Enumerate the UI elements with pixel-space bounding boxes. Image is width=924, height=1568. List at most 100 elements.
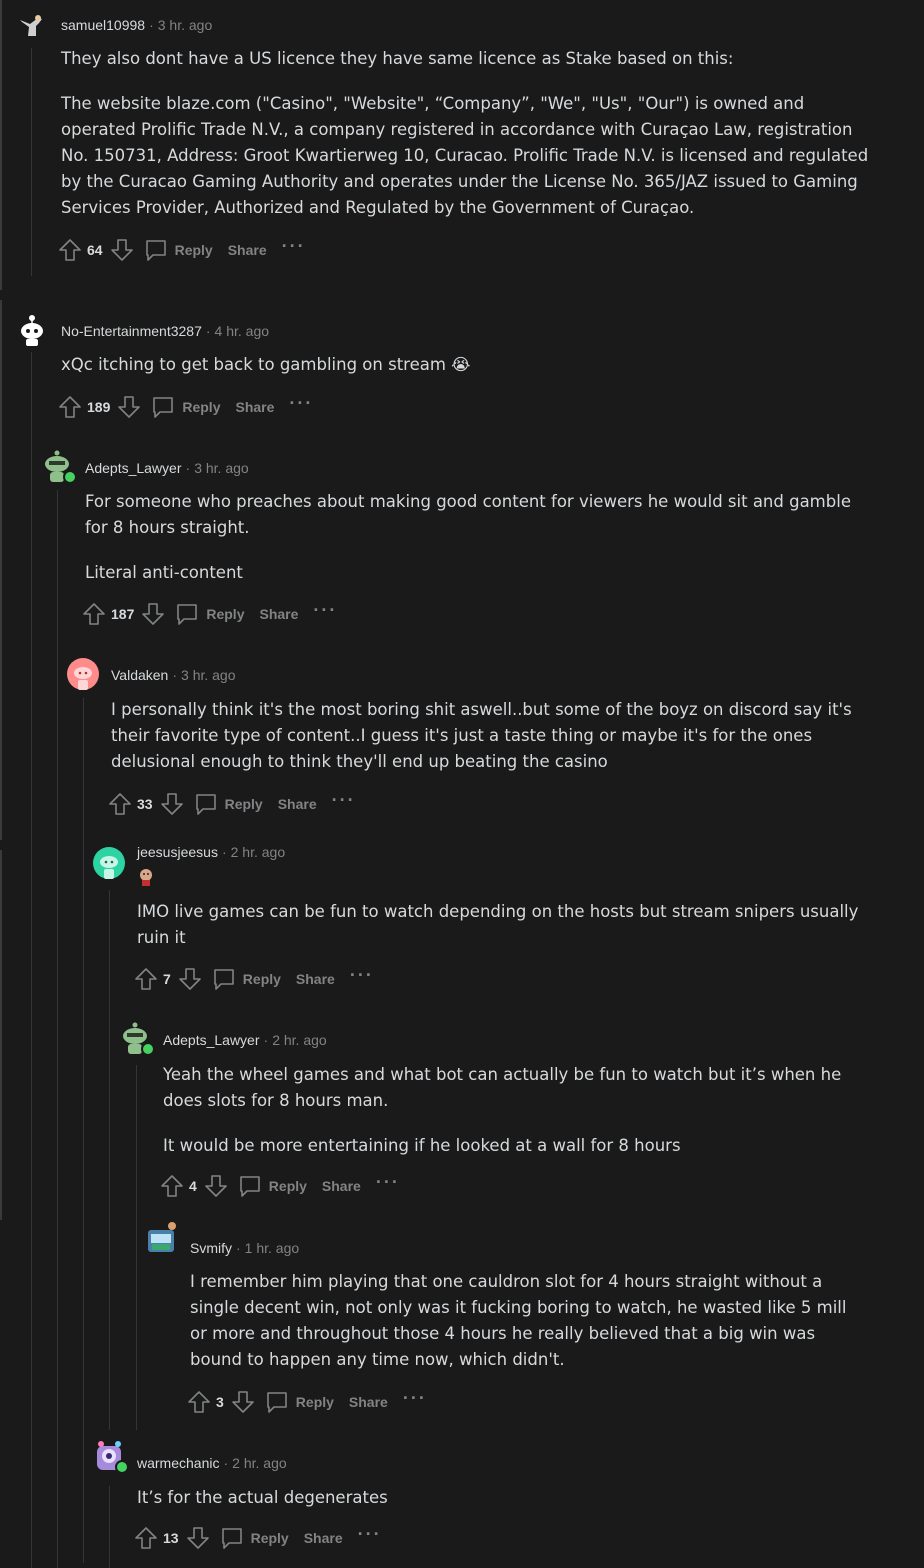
- comment-body: Yeah the wheel games and what bot can ac…: [163, 1062, 863, 1159]
- comment-bubble-icon: [266, 1392, 287, 1413]
- reply-button[interactable]: Reply: [211, 966, 281, 992]
- username[interactable]: jeesusjeesus: [137, 844, 218, 860]
- share-button[interactable]: Share: [278, 796, 317, 812]
- thread-line[interactable]: [31, 48, 32, 276]
- more-options-button[interactable]: ···: [376, 1173, 400, 1195]
- comment-bubble-icon: [153, 397, 174, 418]
- avatar[interactable]: [41, 450, 77, 484]
- comment-actions: 13 Reply Share ···: [133, 1524, 382, 1552]
- downvote-button[interactable]: [116, 394, 142, 420]
- downvote-button[interactable]: [230, 1389, 256, 1415]
- more-options-button[interactable]: ···: [358, 1525, 382, 1547]
- thread-line[interactable]: [109, 890, 110, 1430]
- downvote-button[interactable]: [185, 1525, 211, 1551]
- comment-paragraph: I personally think it's the most boring …: [111, 700, 852, 771]
- upvote-button[interactable]: [107, 791, 133, 817]
- username[interactable]: Adepts_Lawyer: [163, 1032, 260, 1048]
- comment-bubble-icon: [221, 1528, 242, 1549]
- share-button[interactable]: Share: [235, 399, 274, 415]
- vote-count: 187: [111, 606, 135, 622]
- avatar[interactable]: [93, 1440, 129, 1474]
- downvote-button[interactable]: [203, 1173, 229, 1199]
- comment-body: They also dont have a US licence they ha…: [61, 46, 871, 221]
- username[interactable]: Valdaken: [111, 667, 168, 683]
- timestamp[interactable]: 4 hr. ago: [215, 323, 270, 339]
- upvote-arrow-icon: [83, 603, 105, 625]
- username[interactable]: Svmify: [190, 1240, 232, 1256]
- share-button[interactable]: Share: [259, 606, 298, 622]
- thread-line[interactable]: [31, 352, 32, 1568]
- reply-button[interactable]: Reply: [264, 1389, 334, 1415]
- online-status-indicator: [141, 1042, 155, 1056]
- avatar[interactable]: [93, 847, 125, 879]
- thread-line[interactable]: [136, 1065, 137, 1430]
- timestamp[interactable]: 3 hr. ago: [181, 667, 236, 683]
- comment-paragraph: They also dont have a US licence they ha…: [61, 49, 734, 68]
- downvote-button[interactable]: [177, 966, 203, 992]
- online-status-indicator: [63, 470, 77, 484]
- avatar[interactable]: [119, 1022, 155, 1056]
- upvote-arrow-icon: [135, 1527, 157, 1549]
- avatar[interactable]: [67, 658, 99, 690]
- timestamp[interactable]: 2 hr. ago: [231, 844, 286, 860]
- reply-button[interactable]: Reply: [143, 237, 213, 263]
- share-button[interactable]: Share: [304, 1530, 343, 1546]
- more-options-button[interactable]: ···: [282, 237, 306, 259]
- more-options-button[interactable]: ···: [332, 791, 356, 813]
- more-options-button[interactable]: ···: [350, 966, 374, 988]
- share-button[interactable]: Share: [228, 242, 267, 258]
- timestamp[interactable]: 3 hr. ago: [194, 460, 249, 476]
- more-options-button[interactable]: ···: [403, 1389, 427, 1411]
- username[interactable]: samuel10998: [61, 17, 145, 33]
- thread-line[interactable]: [57, 490, 58, 1568]
- username[interactable]: warmechanic: [137, 1455, 219, 1471]
- upvote-button[interactable]: [133, 1525, 159, 1551]
- upvote-button[interactable]: [57, 237, 83, 263]
- share-button[interactable]: Share: [349, 1394, 388, 1410]
- upvote-button[interactable]: [81, 601, 107, 627]
- comment-paragraph: xQc itching to get back to gambling on s…: [61, 355, 471, 374]
- reply-button[interactable]: Reply: [237, 1173, 307, 1199]
- reply-button[interactable]: Reply: [193, 791, 263, 817]
- upvote-button[interactable]: [57, 394, 83, 420]
- username[interactable]: No-Entertainment3287: [61, 323, 202, 339]
- comment-body: IMO live games can be fun to watch depen…: [137, 899, 877, 951]
- upvote-button[interactable]: [133, 966, 159, 992]
- username[interactable]: Adepts_Lawyer: [85, 460, 182, 476]
- timestamp[interactable]: 2 hr. ago: [232, 1455, 287, 1471]
- upvote-button[interactable]: [186, 1389, 212, 1415]
- comment-paragraph: It would be more entertaining if he look…: [163, 1136, 681, 1155]
- avatar[interactable]: [16, 314, 48, 346]
- avatar[interactable]: [16, 10, 48, 42]
- timestamp[interactable]: 2 hr. ago: [272, 1032, 327, 1048]
- meta-separator: ·: [149, 17, 154, 33]
- share-button[interactable]: Share: [322, 1178, 361, 1194]
- window-edge: [0, 0, 2, 290]
- timestamp[interactable]: 1 hr. ago: [245, 1240, 300, 1256]
- reply-button[interactable]: Reply: [150, 394, 220, 420]
- thread-line[interactable]: [83, 698, 84, 1563]
- upvote-button[interactable]: [159, 1173, 185, 1199]
- downvote-button[interactable]: [109, 237, 135, 263]
- downvote-button[interactable]: [159, 791, 185, 817]
- thread-line[interactable]: [109, 1486, 110, 1568]
- comment-paragraph: It’s for the actual degenerates: [137, 1488, 388, 1507]
- comment-actions: 189 Reply Share ···: [57, 393, 313, 421]
- upvote-arrow-icon: [109, 793, 131, 815]
- meta-separator: ·: [236, 1240, 241, 1256]
- comment-body: I personally think it's the most boring …: [111, 697, 866, 775]
- reply-button[interactable]: Reply: [174, 601, 244, 627]
- downvote-arrow-icon: [231, 1391, 254, 1413]
- share-button[interactable]: Share: [296, 971, 335, 987]
- downvote-arrow-icon: [160, 793, 183, 815]
- avatar[interactable]: [145, 1222, 177, 1254]
- comment-bubble-icon: [239, 1176, 260, 1197]
- reply-button[interactable]: Reply: [219, 1525, 289, 1551]
- downvote-arrow-icon: [204, 1175, 227, 1197]
- more-options-button[interactable]: ···: [313, 601, 337, 623]
- comment-meta: Svmify · 1 hr. ago: [190, 1240, 299, 1256]
- reply-label: Reply: [295, 1394, 334, 1410]
- timestamp[interactable]: 3 hr. ago: [158, 17, 213, 33]
- downvote-button[interactable]: [140, 601, 166, 627]
- more-options-button[interactable]: ···: [289, 394, 313, 416]
